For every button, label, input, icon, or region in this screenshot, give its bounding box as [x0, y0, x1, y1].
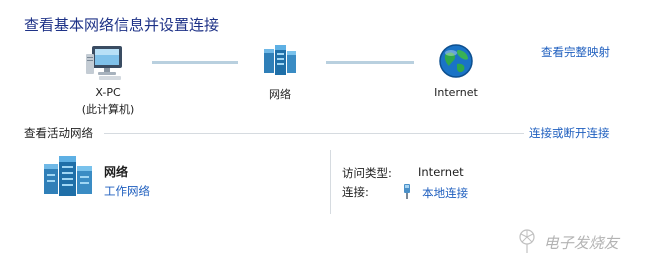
globe-icon	[439, 44, 473, 78]
network-icon	[264, 45, 296, 75]
computer-node-name: X-PC	[95, 86, 121, 99]
internet-node-label: Internet	[434, 86, 478, 99]
work-network-icon	[44, 156, 92, 196]
ethernet-plug-icon	[404, 184, 410, 199]
watermark-text: 电子发烧友	[543, 234, 619, 252]
internet-node[interactable]	[437, 42, 475, 80]
access-type-value: Internet	[418, 165, 464, 179]
vertical-divider	[330, 150, 331, 214]
network-node-label: 网络	[269, 88, 291, 101]
connection-name[interactable]: 本地连接	[422, 186, 468, 200]
connect-disconnect-link[interactable]: 连接或断开连接	[529, 125, 610, 141]
access-type-label: 访问类型:	[342, 166, 392, 180]
dandelion-logo-icon	[519, 229, 535, 253]
connection-link[interactable]: 本地连接	[402, 182, 468, 200]
computer-node[interactable]	[83, 44, 133, 82]
connections-label: 连接:	[342, 185, 369, 199]
connector-line-right	[326, 61, 414, 64]
view-full-map-link[interactable]: 查看完整映射	[541, 44, 610, 60]
computer-node-subtitle: (此计算机)	[81, 103, 135, 116]
watermark: 电子发烧友	[515, 228, 619, 254]
computer-icon	[86, 46, 122, 80]
section-divider	[104, 133, 524, 134]
network-type-link[interactable]: 工作网络	[104, 183, 150, 199]
active-network-icon	[40, 152, 96, 198]
page-title: 查看基本网络信息并设置连接	[24, 16, 220, 34]
active-network-name: 网络	[104, 165, 129, 179]
connector-line-left	[152, 61, 238, 64]
active-networks-heading: 查看活动网络	[24, 126, 93, 140]
network-node[interactable]	[262, 43, 298, 79]
